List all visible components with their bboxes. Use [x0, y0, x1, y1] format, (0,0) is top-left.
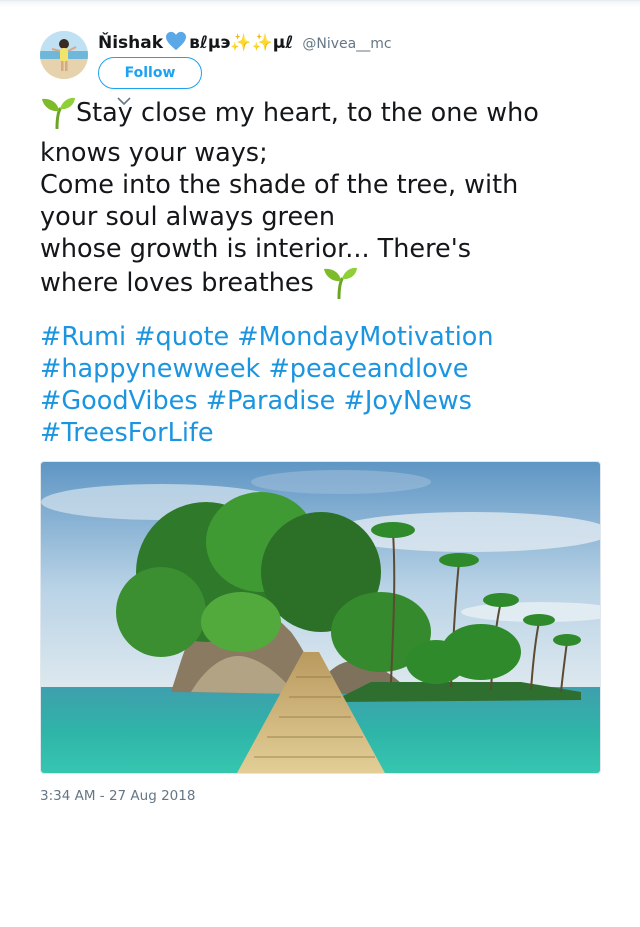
follow-button[interactable]: Follow — [98, 57, 202, 89]
blue-heart-icon — [165, 31, 187, 55]
tweet-timestamp[interactable]: 3:34 AM - 27 Aug 2018 — [40, 788, 195, 804]
avatar[interactable] — [40, 31, 88, 79]
hashtag-link[interactable]: #peaceandlove — [268, 354, 468, 384]
hashtag-link[interactable]: #TreesForLife — [40, 418, 214, 448]
hashtag-link[interactable]: #Rumi — [40, 322, 126, 352]
hashtag-link[interactable]: #quote — [134, 322, 229, 352]
avatar-image — [40, 31, 88, 79]
tweet-photo[interactable] — [40, 461, 601, 774]
seedling-icon — [40, 95, 76, 137]
tweet-line: Come into the shade of the tree, with — [40, 170, 519, 200]
display-name-suffix[interactable]: вℓμэ✨✨μℓ — [189, 33, 293, 53]
display-name[interactable]: Ňishak — [98, 33, 163, 53]
tweet-line: where loves breathes — [40, 265, 600, 307]
hashtag-link[interactable]: #happynewweek — [40, 354, 260, 384]
tweet-header: Ňishak вℓμэ✨✨μℓ @Nivea__mc Follow — [40, 31, 600, 91]
tweet-line: Stay close my heart, to the one who — [40, 95, 600, 137]
hashtag-link[interactable]: #MondayMotivation — [237, 322, 493, 352]
hashtag-link[interactable]: #JoyNews — [343, 386, 471, 416]
hashtag-link[interactable]: #GoodVibes — [40, 386, 198, 416]
island-photo-image — [41, 462, 600, 773]
seedling-icon — [322, 265, 358, 307]
tweet-text: Stay close my heart, to the one who know… — [40, 95, 600, 307]
tweet-line: whose growth is interior... There's — [40, 234, 472, 264]
tweet-line: knows your ways; — [40, 138, 268, 168]
tweet-line: your soul always green — [40, 202, 336, 232]
user-handle[interactable]: @Nivea__mc — [302, 36, 391, 52]
tweet-card: Ňishak вℓμэ✨✨μℓ @Nivea__mc Follow Stay cl… — [0, 0, 640, 927]
hashtag-list: #Rumi #quote #MondayMotivation #happynew… — [40, 321, 600, 449]
user-names: Ňishak вℓμэ✨✨μℓ @Nivea__mc — [98, 31, 392, 55]
hashtag-link[interactable]: #Paradise — [206, 386, 336, 416]
